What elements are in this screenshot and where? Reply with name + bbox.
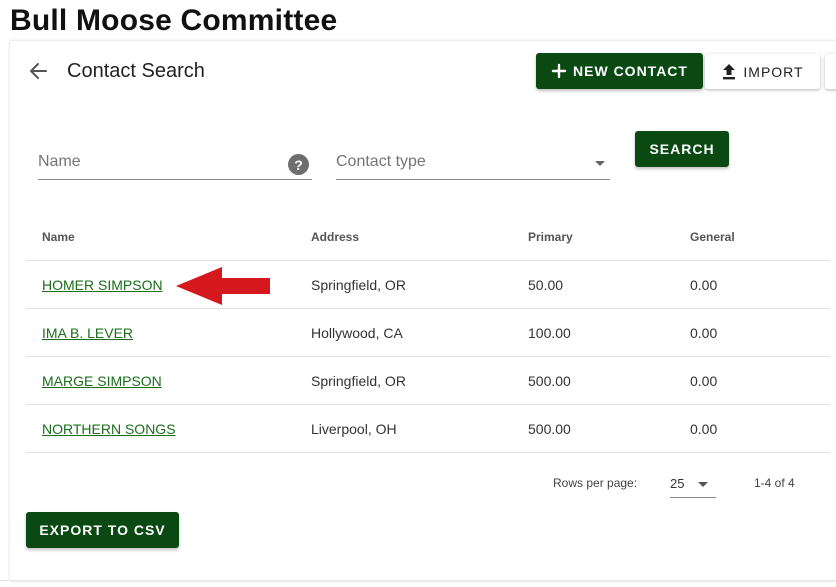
arrow-left-icon [30, 63, 47, 79]
red-arrow-icon [176, 267, 270, 305]
contact-address: Hollywood, CA [311, 325, 403, 341]
back-button[interactable] [26, 59, 50, 83]
contact-primary: 100.00 [528, 325, 571, 341]
column-header-general[interactable]: General [690, 230, 735, 244]
new-contact-label: NEW CONTACT [573, 63, 688, 79]
caret-down-icon [595, 161, 605, 166]
help-circle-icon[interactable]: ? [288, 154, 309, 175]
name-search-input[interactable]: Name ? [38, 148, 312, 180]
contact-general: 0.00 [690, 373, 718, 389]
contact-address: Springfield, OR [311, 373, 406, 389]
pagination-range: 1-4 of 4 [754, 476, 795, 490]
contact-primary: 500.00 [528, 421, 571, 437]
contact-general: 0.00 [690, 277, 718, 293]
rows-per-page-select[interactable]: 25 [670, 470, 716, 498]
column-header-address[interactable]: Address [311, 230, 359, 244]
export-csv-button[interactable]: EXPORT TO CSV [26, 512, 179, 548]
import-label: IMPORT [743, 63, 804, 80]
column-header-name[interactable]: Name [42, 230, 75, 244]
divider [0, 580, 836, 581]
page-title: Contact Search [67, 60, 205, 82]
contact-primary: 500.00 [528, 373, 571, 389]
table-row: HOMER SIMPSON Springfield, OR 50.00 0.00 [26, 261, 830, 309]
plus-icon [551, 63, 567, 79]
contact-name-link[interactable]: NORTHERN SONGS [42, 421, 176, 437]
search-button[interactable]: SEARCH [635, 131, 729, 167]
rows-per-page-label: Rows per page: [553, 476, 638, 490]
table-row: IMA B. LEVER Hollywood, CA 100.00 0.00 [26, 309, 830, 357]
contacts-table: Name Address Primary General HOMER SIMPS… [26, 213, 830, 453]
new-contact-button[interactable]: NEW CONTACT [536, 53, 703, 89]
table-row: NORTHERN SONGS Liverpool, OH 500.00 0.00 [26, 405, 830, 453]
rows-per-page-value: 25 [670, 476, 685, 491]
contact-address: Liverpool, OH [311, 421, 397, 437]
contact-name-link[interactable]: HOMER SIMPSON [42, 277, 163, 293]
contact-type-select[interactable]: Contact type [336, 148, 610, 180]
overflow-button[interactable] [825, 54, 836, 89]
table-header-row: Name Address Primary General [26, 213, 830, 261]
column-header-primary[interactable]: Primary [528, 230, 573, 244]
org-title: Bull Moose Committee [10, 4, 338, 37]
contact-address: Springfield, OR [311, 277, 406, 293]
contact-general: 0.00 [690, 325, 718, 341]
upload-icon [723, 63, 736, 79]
caret-down-icon [698, 482, 708, 487]
contact-general: 0.00 [690, 421, 718, 437]
contact-name-link[interactable]: MARGE SIMPSON [42, 373, 162, 389]
table-row: MARGE SIMPSON Springfield, OR 500.00 0.0… [26, 357, 830, 405]
contact-primary: 50.00 [528, 277, 564, 293]
import-button[interactable]: IMPORT [705, 54, 820, 89]
contact-type-placeholder: Contact type [336, 153, 426, 170]
name-placeholder: Name [38, 153, 81, 170]
contact-name-link[interactable]: IMA B. LEVER [42, 325, 133, 341]
